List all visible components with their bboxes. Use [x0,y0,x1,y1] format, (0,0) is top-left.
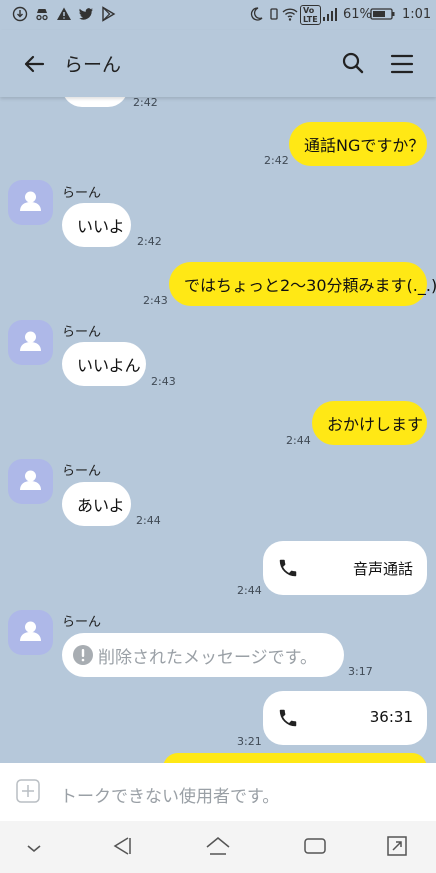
chat-area[interactable]: 2:42 通話NGですか？ 2:42 らーん いいよ 2:42 ではちょっと2〜… [0,97,436,763]
message-time: 2:42 [137,235,162,248]
phone-icon [279,709,297,727]
incognito-icon [36,9,48,21]
default-user-icon [20,621,41,641]
message-time: 2:43 [151,375,176,388]
sender-name: らーん [62,464,102,479]
system-navigation-bar [0,821,436,873]
message-time: 3:21 [237,735,262,748]
sender-name: らーん [62,615,102,630]
message-bubble-incoming[interactable]: いいよん [62,342,146,386]
download-icon [12,6,28,22]
voice-call-bubble[interactable]: 音声通話 [263,541,427,595]
status-bar: Vo LTE 61% 1:01 [0,0,436,30]
message-bubble-incoming[interactable]: いいよ [62,203,131,247]
avatar[interactable] [8,459,53,504]
message-time: 2:42 [264,154,289,167]
message-time: 2:44 [286,434,311,447]
menu-icon[interactable] [390,52,414,76]
back-triangle-icon[interactable] [110,834,134,858]
info-exclamation-icon [73,645,93,665]
message-time: 2:44 [237,584,262,597]
message-bubble-incoming[interactable] [62,97,128,107]
message-bubble-outgoing[interactable]: おかけします [312,401,427,445]
default-user-icon [20,331,41,351]
message-bubble-incoming[interactable]: あいよ [62,482,131,526]
default-user-icon [20,191,41,211]
deleted-message-bubble[interactable]: 削除されたメッセージです。 [62,633,344,677]
avatar[interactable] [8,180,53,225]
twitter-icon [79,8,93,20]
play-store-icon [102,6,116,22]
clock: 1:01 [402,7,432,22]
voice-call-bubble[interactable]: 36:31 [263,691,427,745]
avatar[interactable] [8,320,53,365]
message-time: 2:44 [136,514,161,527]
message-time: 2:43 [143,294,168,307]
disabled-input-placeholder: トークできない使用者です。 [60,787,280,807]
sender-name: らーん [62,325,102,340]
recent-apps-icon[interactable] [302,834,328,858]
signal-icon [323,8,337,21]
volte-badge: Vo LTE [300,5,321,25]
screen-expand-icon[interactable] [385,834,409,858]
call-label: 音声通話 [352,560,413,578]
phone-icon [279,559,297,577]
back-arrow-icon[interactable] [22,52,46,76]
plus-icon[interactable] [16,779,40,803]
message-bubble-outgoing-partial[interactable] [163,753,427,763]
battery-percent: 61% [343,7,372,22]
search-icon[interactable] [341,51,365,75]
input-bar: トークできない使用者です。 [0,763,436,821]
default-user-icon [20,470,41,490]
message-bubble-outgoing[interactable]: 通話NGですか？ [289,122,427,166]
vibrate-icon [270,8,278,20]
deleted-message-text: 削除されたメッセージです。 [98,647,317,668]
wifi-icon [282,8,298,21]
sender-name: らーん [62,186,102,201]
chat-header: らーん [0,30,436,97]
call-duration: 36:31 [369,708,413,726]
chevron-down-icon[interactable] [24,837,44,857]
moon-icon [250,7,263,21]
chat-title: らーん [64,54,122,76]
home-icon[interactable] [205,834,231,858]
message-time: 3:17 [348,665,373,678]
battery-icon [370,8,395,20]
message-time: 2:42 [133,97,158,109]
avatar[interactable] [8,610,53,655]
alert-triangle-icon [57,7,71,20]
message-bubble-outgoing[interactable]: ではちょっと2〜30分頼みます(._.) [169,262,436,306]
